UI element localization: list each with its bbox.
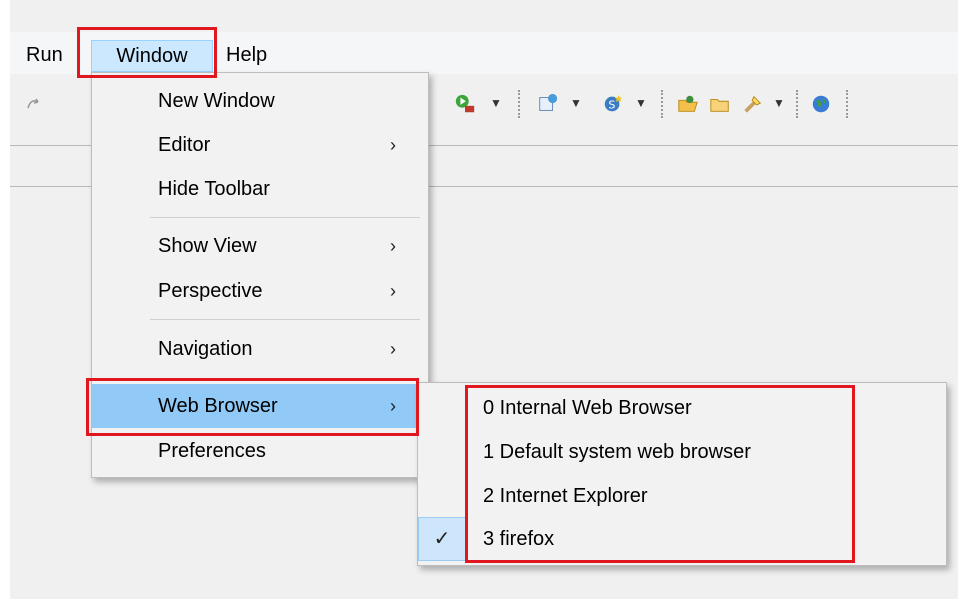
open-type-icon[interactable] [677,92,699,116]
menu-item-label: New Window [158,90,275,112]
menu-run[interactable]: Run [22,40,67,72]
menu-item-label: Show View [158,235,257,257]
new-package-icon[interactable]: S [602,92,624,116]
chevron-right-icon: › [390,236,396,256]
toolbar-grip [846,90,848,118]
toolbar-grip [796,90,798,118]
menu-separator [150,319,420,320]
menu-item-new-window[interactable]: New Window [92,79,428,123]
globe-icon[interactable] [810,92,832,116]
menu-item-navigation[interactable]: Navigation › [92,327,428,371]
submenu-item-label: 1 Default system web browser [483,441,751,463]
menu-item-web-browser[interactable]: Web Browser › [92,384,428,428]
chevron-right-icon: › [390,135,396,155]
search-dropdown-icon[interactable]: ▼ [773,96,785,110]
chevron-right-icon: › [390,339,396,359]
run-icon[interactable] [454,92,476,116]
menu-item-label: Preferences [158,440,266,462]
menu-item-label: Navigation [158,338,253,360]
toolbar-grip [518,90,520,118]
web-browser-submenu: 0 Internal Web Browser 1 Default system … [417,382,947,566]
open-folder-icon[interactable] [709,92,731,116]
menu-item-preferences[interactable]: Preferences [92,429,428,473]
menu-item-label: Web Browser [158,395,278,417]
toolbar-grip [661,90,663,118]
menu-window[interactable]: Window [91,40,213,72]
menu-item-show-view[interactable]: Show View › [92,224,428,268]
new-class-icon[interactable] [537,92,559,116]
window-menu-dropdown: New Window Editor › Hide Toolbar Show Vi… [91,72,429,478]
menu-item-perspective[interactable]: Perspective › [92,269,428,313]
run-dropdown-icon[interactable]: ▼ [490,96,502,110]
submenu-item-label: 3 firefox [483,528,555,550]
menu-item-label: Hide Toolbar [158,178,270,200]
chevron-right-icon: › [390,281,396,301]
submenu-item-internal-browser[interactable]: 0 Internal Web Browser [418,386,946,430]
new-package-dropdown-icon[interactable]: ▼ [635,96,647,110]
menu-help[interactable]: Help [220,40,273,72]
submenu-item-label: 0 Internal Web Browser [483,397,692,419]
submenu-item-internet-explorer[interactable]: 2 Internet Explorer [418,474,946,518]
svg-text:S: S [608,99,615,112]
step-icon[interactable] [24,92,46,116]
submenu-item-label: 2 Internet Explorer [483,485,648,507]
menu-item-hide-toolbar[interactable]: Hide Toolbar [92,167,428,211]
submenu-item-default-browser[interactable]: 1 Default system web browser [418,430,946,474]
search-icon[interactable] [742,92,764,116]
menu-item-editor[interactable]: Editor › [92,123,428,167]
new-dropdown-icon[interactable]: ▼ [570,96,582,110]
menu-separator [150,217,420,218]
submenu-item-firefox[interactable]: ✓ 3 firefox [418,517,946,561]
menu-item-label: Editor [158,134,211,156]
menu-item-label: Perspective [158,280,263,302]
chevron-right-icon: › [390,396,396,416]
checkmark-icon: ✓ [418,517,466,561]
